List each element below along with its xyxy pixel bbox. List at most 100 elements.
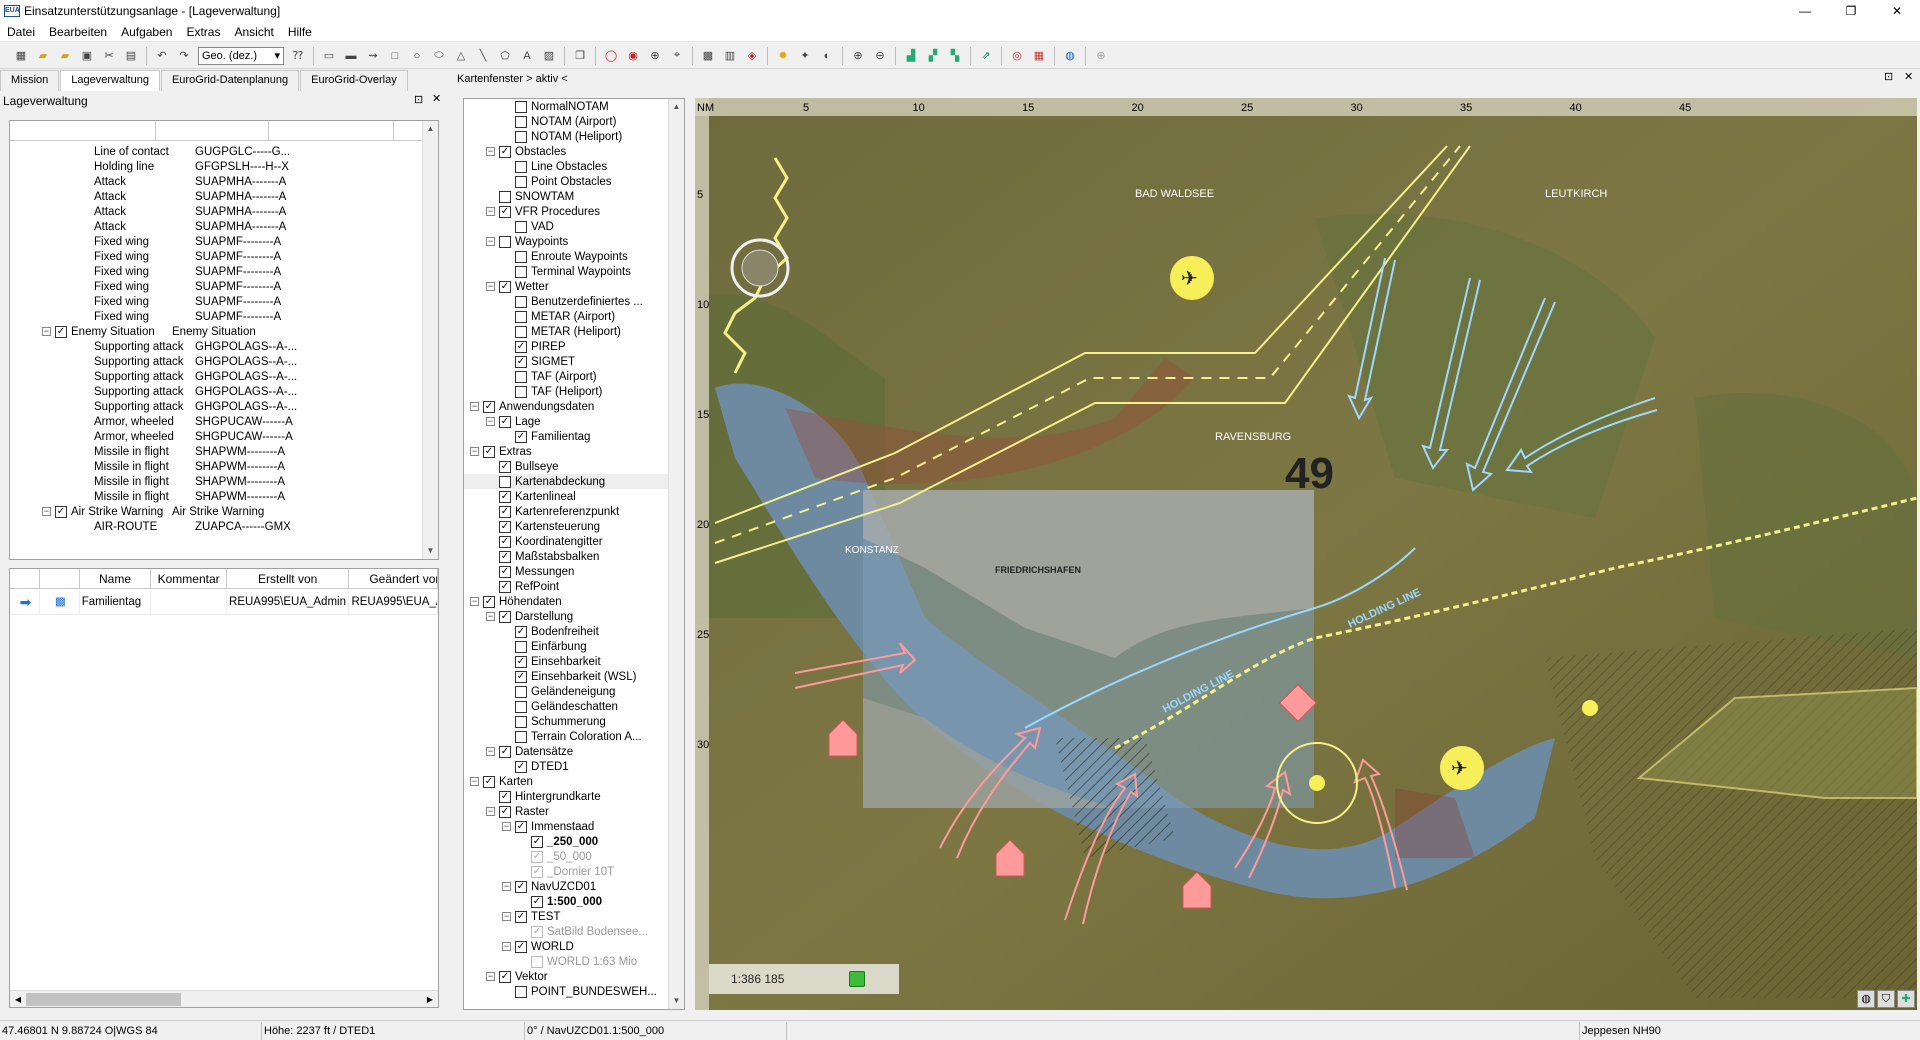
collapse-icon[interactable]: −: [42, 327, 51, 336]
minimize-button[interactable]: —: [1782, 0, 1828, 22]
tree-item[interactable]: − ✓ Air Strike Warning Air Strike Warning: [10, 504, 438, 519]
layer-item[interactable]: VAD: [464, 219, 684, 234]
layer-item[interactable]: ✓ _250_000: [464, 834, 684, 849]
layer-tree[interactable]: NormalNOTAM NOTAM (Airport) NOTAM (Helipor…: [463, 98, 685, 1010]
tree-item[interactable]: Holding line GFGPSLH----H--X: [10, 159, 438, 174]
layer-checkbox[interactable]: ✓: [499, 805, 511, 818]
collapse-icon[interactable]: −: [486, 612, 495, 621]
scroll-thumb[interactable]: [26, 992, 181, 1006]
menu-aufgaben[interactable]: Aufgaben: [114, 25, 179, 39]
layer-item[interactable]: Terrain Coloration A...: [464, 729, 684, 744]
layer-checkbox[interactable]: ✓: [515, 625, 527, 638]
layer-checkbox[interactable]: ✓: [499, 580, 511, 593]
tree-item[interactable]: Supporting attack GHGPOLAGS--A-...: [10, 354, 438, 369]
filter-icon[interactable]: ⛉: [1877, 990, 1895, 1008]
layer-item[interactable]: − ✓ Darstellung: [464, 609, 684, 624]
layer-item[interactable]: ✓ Koordinatengitter: [464, 534, 684, 549]
layer-checkbox[interactable]: [515, 325, 527, 338]
collapse-icon[interactable]: −: [470, 402, 479, 411]
layer-checkbox[interactable]: ✓: [499, 610, 511, 623]
layer-item[interactable]: − ✓ Obstacles: [464, 144, 684, 159]
route-tool-icon[interactable]: ⇝: [364, 47, 382, 65]
record-icon[interactable]: ◯: [602, 47, 620, 65]
scroll-up-icon[interactable]: ▲: [669, 99, 684, 115]
layer-item[interactable]: ✓ PIREP: [464, 339, 684, 354]
layer-checkbox[interactable]: [499, 475, 511, 488]
night-icon[interactable]: ✦: [796, 47, 814, 65]
polygon-tool-icon[interactable]: ⬠: [496, 47, 514, 65]
chart-icon[interactable]: ▟: [902, 47, 920, 65]
collapse-icon[interactable]: −: [470, 597, 479, 606]
layer-item[interactable]: METAR (Heliport): [464, 324, 684, 339]
help-pointer-icon[interactable]: ⁇: [289, 47, 307, 65]
layer-item[interactable]: − ✓ NavUZCD01: [464, 879, 684, 894]
layer-checkbox[interactable]: ✓: [499, 460, 511, 473]
layer-item[interactable]: NormalNOTAM: [464, 99, 684, 114]
layer-item[interactable]: ✓ 1:500_000: [464, 894, 684, 909]
collapse-icon[interactable]: −: [486, 417, 495, 426]
layer-item[interactable]: TAF (Heliport): [464, 384, 684, 399]
layer-checkbox[interactable]: ✓: [515, 670, 527, 683]
layer-item[interactable]: − ✓ Karten: [464, 774, 684, 789]
layer-item[interactable]: Line Obstacles: [464, 159, 684, 174]
scale-settings-button[interactable]: [849, 971, 865, 987]
collapse-icon[interactable]: −: [502, 822, 511, 831]
layer-checkbox[interactable]: ✓: [483, 595, 495, 608]
pin-icon[interactable]: ⊡: [414, 93, 423, 106]
save-icon[interactable]: ▣: [78, 47, 96, 65]
layer-item[interactable]: ✓ Maßstabsbalken: [464, 549, 684, 564]
layer-checkbox[interactable]: ✓: [515, 910, 527, 923]
layer-item[interactable]: ✓ Bodenfreiheit: [464, 624, 684, 639]
grid-header-name[interactable]: Name: [80, 569, 152, 588]
layer-item[interactable]: Point Obstacles: [464, 174, 684, 189]
layer-checkbox[interactable]: [515, 250, 527, 263]
layer-item[interactable]: − ✓ Datensätze: [464, 744, 684, 759]
tree-item[interactable]: Fixed wing SUAPMF--------A: [10, 234, 438, 249]
scroll-up-icon[interactable]: ▲: [423, 121, 438, 137]
checkbox[interactable]: ✓: [55, 505, 67, 518]
text-tool-icon[interactable]: A: [518, 47, 536, 65]
sun-icon[interactable]: ✹: [774, 47, 792, 65]
layer-checkbox[interactable]: ✓: [499, 970, 511, 983]
tab-mission[interactable]: Mission: [0, 70, 60, 91]
collapse-icon[interactable]: −: [502, 882, 511, 891]
layer-checkbox[interactable]: [515, 265, 527, 278]
collapse-icon[interactable]: −: [486, 147, 495, 156]
text-box-icon[interactable]: ▭: [320, 47, 338, 65]
map-close-icon[interactable]: ✕: [1904, 70, 1913, 83]
layer-item[interactable]: Geländeschatten: [464, 699, 684, 714]
layer-item[interactable]: ✓ _Dornier 10T: [464, 864, 684, 879]
layer-checkbox[interactable]: ✓: [515, 820, 527, 833]
layer-checkbox[interactable]: [499, 190, 511, 203]
layer-checkbox[interactable]: ✓: [499, 490, 511, 503]
layer-item[interactable]: ✓ Kartensteuerung: [464, 519, 684, 534]
layer-item[interactable]: − ✓ Raster: [464, 804, 684, 819]
layer-item[interactable]: Benutzerdefiniertes ...: [464, 294, 684, 309]
layer-item[interactable]: Geländeneigung: [464, 684, 684, 699]
layer-item[interactable]: − ✓ Anwendungsdaten: [464, 399, 684, 414]
collapse-icon[interactable]: −: [486, 747, 495, 756]
layers-icon[interactable]: ❐: [571, 47, 589, 65]
layer-item[interactable]: Enroute Waypoints: [464, 249, 684, 264]
layer-checkbox[interactable]: [515, 385, 527, 398]
tree-item[interactable]: Attack SUAPMHA-------A: [10, 174, 438, 189]
menu-datei[interactable]: Datei: [0, 25, 42, 39]
layer-item[interactable]: ✓ _50_000: [464, 849, 684, 864]
tree-item[interactable]: Missile in flight SHAPWM--------A: [10, 474, 438, 489]
tree-item[interactable]: Armor, wheeled SHGPUCAW------A: [10, 414, 438, 429]
layer-checkbox[interactable]: ✓: [531, 835, 543, 848]
layer-checkbox[interactable]: [515, 130, 527, 143]
grid-header-kommentar[interactable]: Kommentar: [151, 569, 227, 588]
layer-item[interactable]: ✓ Bullseye: [464, 459, 684, 474]
table-row[interactable]: ➡ ▩ Familientag REUA995\EUA_Admin REUA99…: [10, 589, 438, 615]
profile-icon[interactable]: ▥: [721, 47, 739, 65]
layer-checkbox[interactable]: ✓: [515, 940, 527, 953]
rectangle-tool-icon[interactable]: □: [386, 47, 404, 65]
situation-tree[interactable]: Line of contact GUGPGLC-----G... Holding l…: [9, 120, 439, 560]
crosshair-icon[interactable]: ⊕: [1092, 47, 1110, 65]
scroll-left-icon[interactable]: ◀: [10, 995, 26, 1004]
collapse-icon[interactable]: −: [486, 207, 495, 216]
undo-icon[interactable]: ↶: [153, 47, 171, 65]
map-pin-icon[interactable]: ⊡: [1884, 70, 1893, 83]
layer-item[interactable]: Schummerung: [464, 714, 684, 729]
